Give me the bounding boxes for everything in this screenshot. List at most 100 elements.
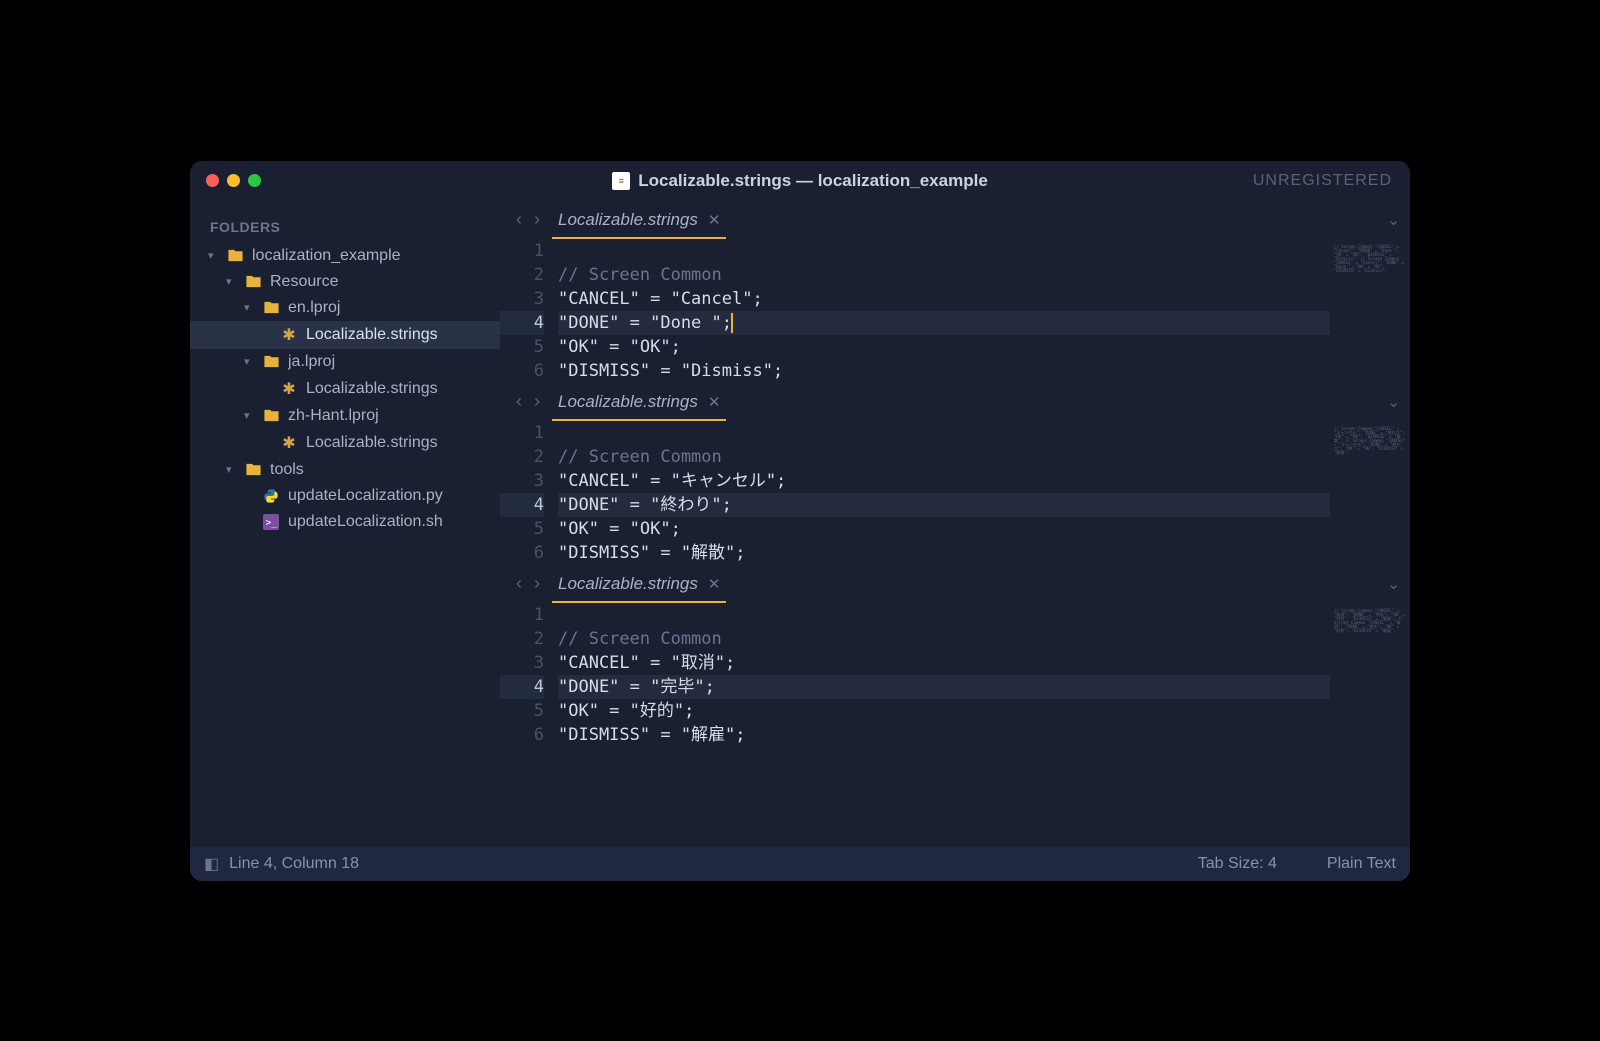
code-content[interactable]: // Screen Common"CANCEL" = "キャンセル";"DONE… [558,421,1330,565]
close-tab-button[interactable]: ✕ [708,575,721,593]
nav-back-button[interactable]: ‹ [510,391,528,412]
tree-item-label: updateLocalization.sh [288,513,492,531]
pane-menu-button[interactable]: ⌄ [1387,393,1400,411]
window-title: ≡ Localizable.strings — localization_exa… [190,171,1410,191]
code-line[interactable]: "CANCEL" = "キャンセル"; [558,469,1330,493]
code-line[interactable]: "DISMISS" = "解雇"; [558,723,1330,747]
code-line[interactable]: "DISMISS" = "Dismiss"; [558,359,1330,383]
chevron-down-icon[interactable]: ▾ [244,409,254,422]
window-title-label: Localizable.strings — localization_examp… [638,171,988,191]
svg-text:>_: >_ [266,517,278,528]
code-line[interactable] [558,421,1330,445]
code-area[interactable]: 123456 // Screen Common"CANCEL" = "Cance… [500,239,1410,383]
close-tab-button[interactable]: ✕ [708,211,721,229]
minimap[interactable]: // Screen Common "CANCEL" = "キャンセル"; "DO… [1330,421,1410,565]
cursor-position[interactable]: Line 4, Column 18 [229,855,359,873]
chevron-down-icon[interactable]: ▾ [244,301,254,314]
nav-forward-button[interactable]: › [528,209,546,230]
panel-icon[interactable]: ◧ [204,854,219,874]
file-tree: ▾localization_example▾Resource▾en.lproj✱… [190,243,500,535]
sidebar-header: FOLDERS [190,215,500,243]
editor-pane: ‹› Localizable.strings ✕ ⌄ 123456 // Screen … [500,201,1410,383]
line-number: 6 [500,359,544,383]
folder-icon [262,407,280,424]
gutter: 123456 [500,239,558,383]
code-line[interactable]: "DONE" = "終わり"; [558,493,1330,517]
folder-icon [226,247,244,264]
line-number: 1 [500,239,544,263]
line-number: 2 [500,263,544,287]
file-tab[interactable]: Localizable.strings✕ [546,565,732,603]
code-line[interactable]: "CANCEL" = "Cancel"; [558,287,1330,311]
pane-menu-button[interactable]: ⌄ [1387,211,1400,229]
folder-icon [262,353,280,370]
editor-area: ‹›Localizable.strings✕⌄123456 // Screen … [500,201,1410,847]
sidebar-folder[interactable]: ▾tools [190,457,500,483]
nav-back-button[interactable]: ‹ [510,573,528,594]
sidebar-file[interactable]: >_ updateLocalization.sh [190,509,500,535]
nav-forward-button[interactable]: › [528,573,546,594]
line-number: 3 [500,287,544,311]
sidebar-file[interactable]: updateLocalization.py [190,483,500,509]
pane-menu-button[interactable]: ⌄ [1387,575,1400,593]
minimize-window-button[interactable] [227,174,240,187]
sidebar: FOLDERS ▾localization_example▾Resource▾e… [190,201,500,847]
tree-item-label: Resource [270,273,492,291]
code-line[interactable]: "OK" = "好的"; [558,699,1330,723]
tab-label: Localizable.strings [558,210,698,230]
line-number: 5 [500,517,544,541]
tab-bar: ‹› Localizable.strings ✕ ⌄ [500,201,1410,239]
tab-label: Localizable.strings [558,392,698,412]
chevron-down-icon[interactable]: ▾ [244,355,254,368]
minimap[interactable]: // Screen Common "CANCEL" = "取消"; "DONE"… [1330,603,1410,747]
close-tab-button[interactable]: ✕ [708,393,721,411]
sidebar-file[interactable]: ✱Localizable.strings [190,429,500,457]
code-line[interactable]: // Screen Common [558,627,1330,651]
code-line[interactable] [558,603,1330,627]
line-number: 5 [500,335,544,359]
file-tab[interactable]: Localizable.strings ✕ [546,383,732,421]
zoom-window-button[interactable] [248,174,261,187]
tab-size[interactable]: Tab Size: 4 [1198,855,1277,873]
chevron-down-icon[interactable]: ▾ [226,463,236,476]
chevron-down-icon[interactable]: ▾ [208,249,218,262]
chevron-down-icon[interactable]: ▾ [226,275,236,288]
code-content[interactable]: // Screen Common"CANCEL" = "取消";"DONE" =… [558,603,1330,747]
code-area[interactable]: 123456 // Screen Common"CANCEL" = "キャンセル… [500,421,1410,565]
code-content[interactable]: // Screen Common"CANCEL" = "Cancel";"DON… [558,239,1330,383]
line-number: 3 [500,469,544,493]
traffic-lights [206,174,261,187]
close-window-button[interactable] [206,174,219,187]
line-number: 2 [500,445,544,469]
sidebar-folder[interactable]: ▾ Resource [190,269,500,295]
code-line[interactable]: "DONE" = "Done "; [558,311,1330,335]
code-line[interactable] [558,239,1330,263]
line-number: 5 [500,699,544,723]
tab-bar: ‹› Localizable.strings ✕ ⌄ [500,383,1410,421]
status-bar: ◧ Line 4, Column 18 Tab Size: 4 Plain Te… [190,847,1410,881]
sidebar-file[interactable]: ✱Localizable.strings [190,321,500,349]
file-tab[interactable]: Localizable.strings ✕ [546,201,732,239]
code-line[interactable]: "CANCEL" = "取消"; [558,651,1330,675]
nav-forward-button[interactable]: › [528,391,546,412]
sidebar-folder[interactable]: ▾ja.lproj [190,349,500,375]
code-line[interactable]: "DISMISS" = "解散"; [558,541,1330,565]
minimap[interactable]: // Screen Common "CANCEL" = "Cancel"; "D… [1330,239,1410,383]
tree-item-label: zh-Hant.lproj [288,407,492,425]
code-line[interactable]: // Screen Common [558,445,1330,469]
sidebar-file[interactable]: ✱Localizable.strings [190,375,500,403]
code-area[interactable]: 123456 // Screen Common"CANCEL" = "取消";"… [500,603,1410,747]
sidebar-folder[interactable]: ▾ en.lproj [190,295,500,321]
gutter: 123456 [500,603,558,747]
sidebar-folder[interactable]: ▾localization_example [190,243,500,269]
nav-back-button[interactable]: ‹ [510,209,528,230]
sidebar-folder[interactable]: ▾ zh-Hant.lproj [190,403,500,429]
code-line[interactable]: "OK" = "OK"; [558,335,1330,359]
code-line[interactable]: "OK" = "OK"; [558,517,1330,541]
code-line[interactable]: // Screen Common [558,263,1330,287]
code-line[interactable]: "DONE" = "完毕"; [558,675,1330,699]
strings-file-icon: ✱ [280,325,298,345]
line-number: 2 [500,627,544,651]
tree-item-label: en.lproj [288,299,492,317]
syntax-mode[interactable]: Plain Text [1327,855,1396,873]
